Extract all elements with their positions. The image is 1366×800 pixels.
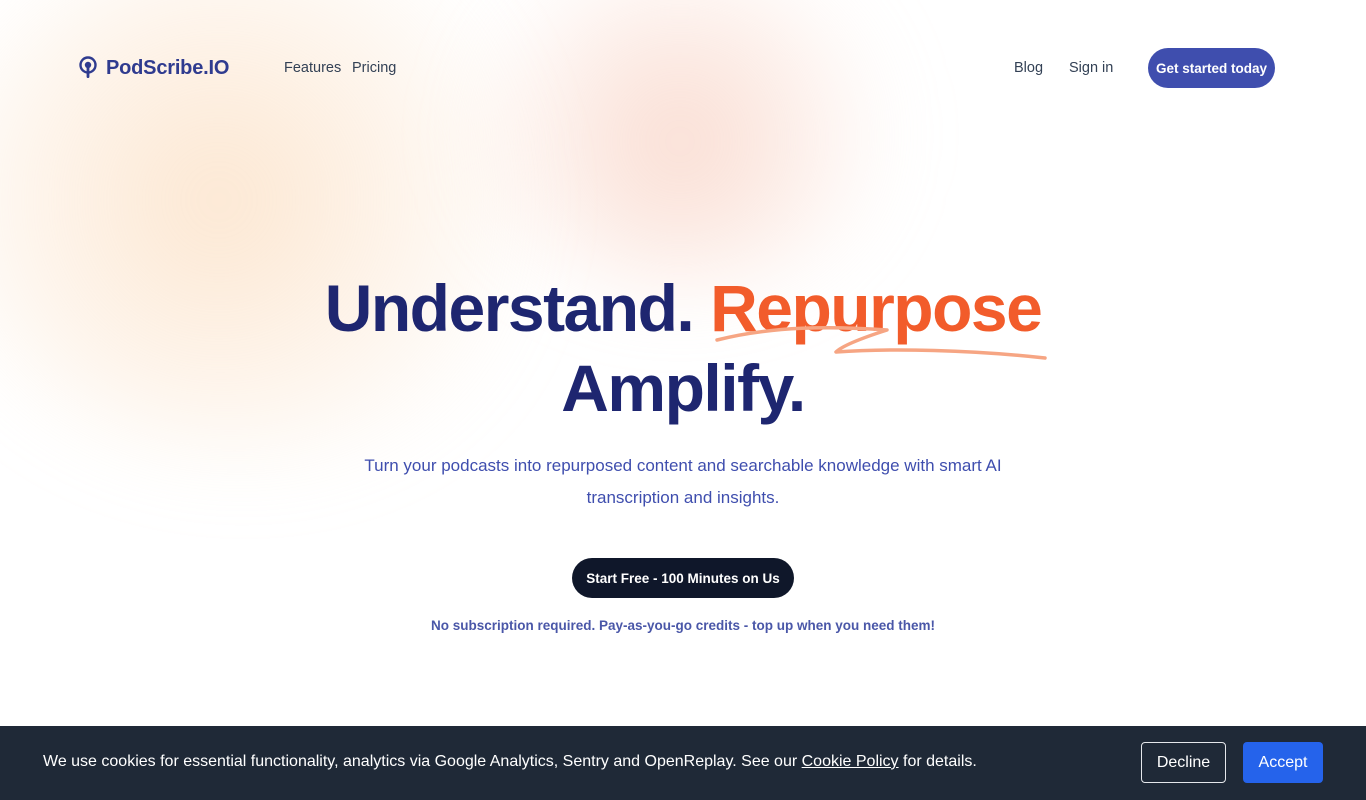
- podcast-mic-icon: [78, 56, 98, 80]
- cookie-text-after: for details.: [898, 753, 977, 770]
- nav-blog[interactable]: Blog: [1014, 60, 1043, 76]
- accept-button[interactable]: Accept: [1243, 742, 1323, 783]
- cookie-banner: We use cookies for essential functionali…: [0, 726, 1366, 800]
- cookie-text-before: We use cookies for essential functionali…: [43, 753, 802, 770]
- brand-logo[interactable]: PodScribe.IO: [78, 56, 229, 80]
- underline-scribble: [715, 325, 1047, 360]
- site-header: PodScribe.IO Features Pricing Blog Sign …: [0, 0, 1366, 136]
- cookie-policy-link[interactable]: Cookie Policy: [802, 753, 899, 770]
- hero-subtitle: Turn your podcasts into repurposed conte…: [364, 456, 1002, 507]
- cookie-message: We use cookies for essential functionali…: [43, 753, 977, 771]
- nav-sign-in[interactable]: Sign in: [1069, 60, 1113, 76]
- start-free-button[interactable]: Start Free - 100 Minutes on Us: [572, 558, 794, 598]
- brand-name: PodScribe.IO: [106, 56, 230, 79]
- nav-features[interactable]: Features: [284, 60, 341, 76]
- get-started-button[interactable]: Get started today: [1148, 48, 1275, 88]
- hero-title: Understand. Repurpose Amplify.: [0, 268, 1366, 428]
- hero-title-part1: Understand.: [324, 271, 695, 345]
- pricing-note: No subscription required. Pay-as-you-go …: [430, 618, 936, 633]
- nav-pricing[interactable]: Pricing: [352, 60, 396, 76]
- decline-button[interactable]: Decline: [1141, 742, 1226, 783]
